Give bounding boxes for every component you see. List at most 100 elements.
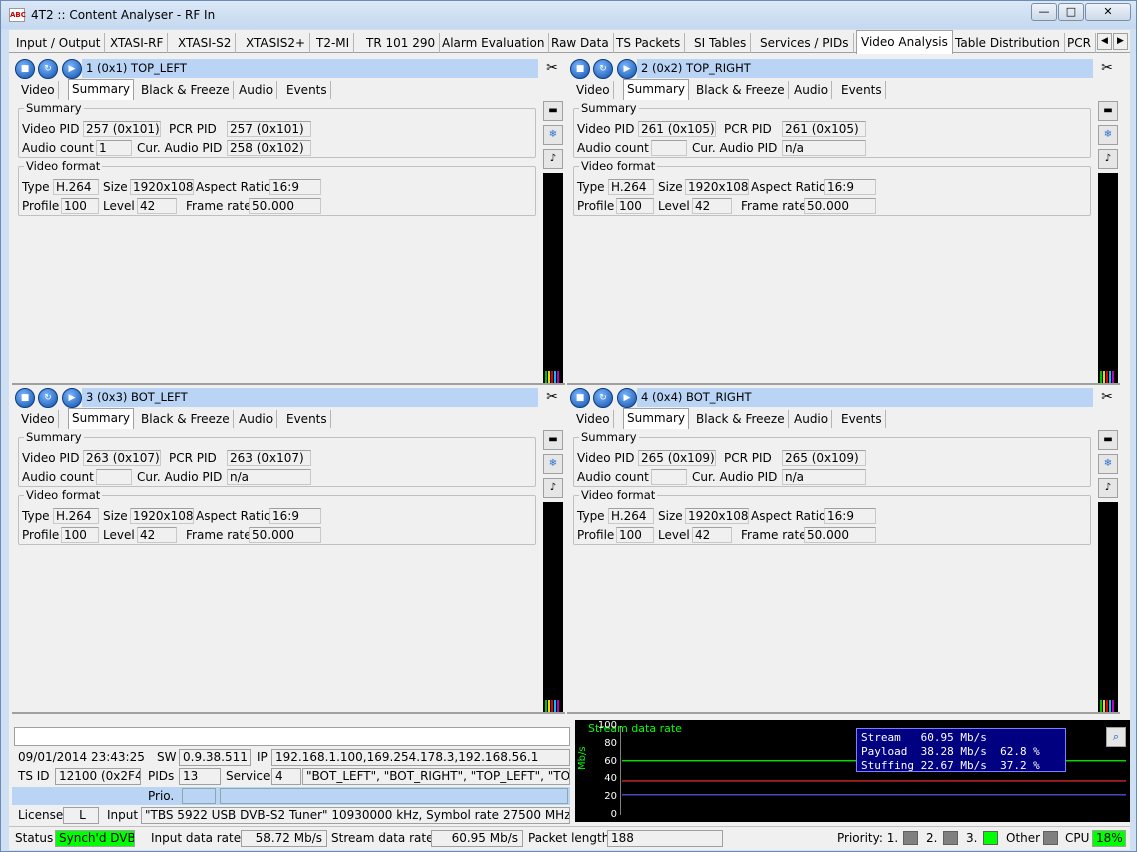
tools-icon[interactable]: ✂ bbox=[1097, 59, 1117, 78]
subtab-video[interactable]: Video bbox=[18, 81, 59, 99]
size-label: Size bbox=[103, 180, 128, 194]
cpu-label: CPU bbox=[1065, 831, 1090, 845]
screen-icon[interactable]: ▬ bbox=[543, 101, 563, 121]
tab-t2-mi[interactable]: T2-MI bbox=[312, 33, 355, 53]
subtab-events[interactable]: Events bbox=[838, 410, 886, 428]
subtab-black-freeze[interactable]: Black & Freeze bbox=[138, 81, 234, 99]
refresh-icon[interactable]: ↻ bbox=[38, 388, 58, 408]
subtab-video[interactable]: Video bbox=[18, 410, 59, 428]
tab-si-tables[interactable]: SI Tables bbox=[690, 33, 752, 53]
panel-title: 4 (0x4) BOT_RIGHT bbox=[637, 388, 1093, 407]
tab-input-output[interactable]: Input / Output bbox=[12, 33, 106, 53]
speaker-icon[interactable]: ♪ bbox=[543, 478, 563, 498]
screen-icon[interactable]: ▬ bbox=[1098, 101, 1118, 121]
subtab-black-freeze[interactable]: Black & Freeze bbox=[693, 81, 789, 99]
subtab-summary[interactable]: Summary bbox=[623, 79, 689, 100]
profile-label: Profile bbox=[577, 528, 615, 542]
play-icon[interactable]: ▶ bbox=[617, 59, 637, 79]
snapshot-icon[interactable]: ❄ bbox=[1098, 125, 1118, 145]
audio-level-meter bbox=[1098, 502, 1118, 714]
refresh-icon[interactable]: ↻ bbox=[38, 59, 58, 79]
priority-3-indicator bbox=[983, 831, 998, 845]
zoom-icon[interactable]: ⌕ bbox=[1106, 727, 1126, 747]
stop-icon[interactable]: ■ bbox=[15, 388, 35, 408]
stop-icon[interactable]: ■ bbox=[570, 59, 590, 79]
tab-table-distribution[interactable]: Table Distribution bbox=[951, 33, 1065, 53]
panel-title: 1 (0x1) TOP_LEFT bbox=[82, 59, 538, 78]
tab-services-pids[interactable]: Services / PIDs bbox=[756, 33, 854, 53]
cpu-value: 18% bbox=[1092, 830, 1126, 847]
subtab-summary[interactable]: Summary bbox=[623, 408, 689, 429]
tools-icon[interactable]: ✂ bbox=[542, 388, 562, 407]
snapshot-icon[interactable]: ❄ bbox=[543, 125, 563, 145]
speaker-icon[interactable]: ♪ bbox=[1098, 149, 1118, 169]
input-rate-label: Input data rate bbox=[151, 831, 242, 845]
tab-scroll-right-button[interactable]: ▶ bbox=[1113, 33, 1128, 50]
tab-video-analysis[interactable]: Video Analysis bbox=[856, 30, 953, 54]
subtab-audio[interactable]: Audio bbox=[236, 410, 278, 428]
subtab-audio[interactable]: Audio bbox=[791, 81, 833, 99]
tab-tr-101-290[interactable]: TR 101 290 bbox=[362, 33, 441, 53]
tab-xtasis2[interactable]: XTASIS2+ bbox=[242, 33, 311, 53]
tools-icon[interactable]: ✂ bbox=[1097, 388, 1117, 407]
prio-detail bbox=[220, 788, 568, 804]
size-label: Size bbox=[103, 509, 128, 523]
cur-audio-pid-label: Cur. Audio PID bbox=[137, 470, 223, 484]
subtab-summary[interactable]: Summary bbox=[68, 408, 134, 429]
subtab-summary[interactable]: Summary bbox=[68, 79, 134, 100]
type-value: H.264 bbox=[53, 508, 99, 524]
speaker-icon[interactable]: ♪ bbox=[543, 149, 563, 169]
play-icon[interactable]: ▶ bbox=[62, 388, 82, 408]
play-icon[interactable]: ▶ bbox=[62, 59, 82, 79]
prio-value bbox=[182, 788, 216, 804]
status-value: Synch'd DVB bbox=[55, 830, 135, 847]
tools-icon[interactable]: ✂ bbox=[542, 59, 562, 78]
maximize-button[interactable]: □ bbox=[1058, 3, 1084, 21]
tab-xtasi-s2[interactable]: XTASI-S2 bbox=[174, 33, 237, 53]
snapshot-icon[interactable]: ❄ bbox=[543, 454, 563, 474]
minimize-button[interactable]: — bbox=[1031, 3, 1057, 21]
title-bar: ABC 4T2 :: Content Analyser - RF In — □ … bbox=[1, 1, 1136, 29]
tab-xtasi-rf[interactable]: XTASI-RF bbox=[106, 33, 169, 53]
tab-ts-packets[interactable]: TS Packets bbox=[612, 33, 686, 53]
summary-group: Summary Video PID 265 (0x109) PCR PID 26… bbox=[573, 430, 1091, 487]
size-value: 1920x1088 bbox=[685, 179, 749, 195]
screen-icon[interactable]: ▬ bbox=[1098, 430, 1118, 450]
tab-pcr[interactable]: PCR bbox=[1063, 33, 1096, 53]
side-toolbar: ▬ ❄ ♪ bbox=[1097, 101, 1119, 385]
snapshot-icon[interactable]: ❄ bbox=[1098, 454, 1118, 474]
screen-icon[interactable]: ▬ bbox=[543, 430, 563, 450]
bottom-area: 09/01/2014 23:43:25 SW 0.9.38.511 IP 192… bbox=[9, 720, 1130, 850]
video-format-group-label: Video format bbox=[579, 159, 658, 173]
priority-1-indicator bbox=[903, 831, 918, 845]
subtab-audio[interactable]: Audio bbox=[791, 410, 833, 428]
refresh-icon[interactable]: ↻ bbox=[593, 59, 613, 79]
tab-alarm-evaluation[interactable]: Alarm Evaluation bbox=[438, 33, 550, 53]
subtab-events[interactable]: Events bbox=[283, 81, 331, 99]
summary-group-label: Summary bbox=[579, 101, 639, 115]
video-pid-value: 261 (0x105) bbox=[638, 121, 716, 137]
play-icon[interactable]: ▶ bbox=[617, 388, 637, 408]
side-toolbar: ▬ ❄ ♪ bbox=[542, 430, 564, 714]
subtab-events[interactable]: Events bbox=[838, 81, 886, 99]
input-label: Input bbox=[107, 808, 139, 822]
subtab-events[interactable]: Events bbox=[283, 410, 331, 428]
tab-raw-data[interactable]: Raw Data bbox=[547, 33, 614, 53]
aspect-ratio-value: 16:9 bbox=[269, 508, 321, 524]
audio-count-label: Audio count bbox=[22, 141, 94, 155]
y-tick-label: 40 bbox=[604, 773, 617, 785]
speaker-icon[interactable]: ♪ bbox=[1098, 478, 1118, 498]
close-button[interactable]: ✕ bbox=[1085, 3, 1131, 21]
subtab-black-freeze[interactable]: Black & Freeze bbox=[138, 410, 234, 428]
refresh-icon[interactable]: ↻ bbox=[593, 388, 613, 408]
subtab-video[interactable]: Video bbox=[573, 81, 614, 99]
cur-audio-pid-label: Cur. Audio PID bbox=[137, 141, 223, 155]
message-field[interactable] bbox=[14, 727, 570, 746]
tab-scroll-left-button[interactable]: ◀ bbox=[1097, 33, 1112, 50]
stop-icon[interactable]: ■ bbox=[570, 388, 590, 408]
stop-icon[interactable]: ■ bbox=[15, 59, 35, 79]
side-toolbar: ▬ ❄ ♪ bbox=[542, 101, 564, 385]
subtab-video[interactable]: Video bbox=[573, 410, 614, 428]
subtab-black-freeze[interactable]: Black & Freeze bbox=[693, 410, 789, 428]
subtab-audio[interactable]: Audio bbox=[236, 81, 278, 99]
